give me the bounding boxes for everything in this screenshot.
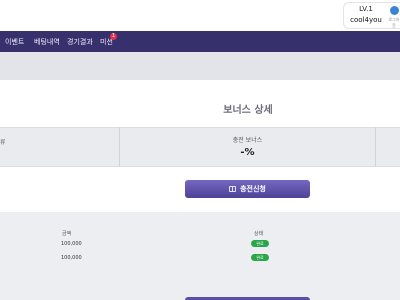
card-divider xyxy=(375,127,376,167)
row-amount: 100,000 xyxy=(61,241,82,247)
charge-apply-label: 충전신청 xyxy=(240,185,266,193)
top-header xyxy=(0,0,400,31)
username: cool4you xyxy=(350,16,382,24)
column-header-amount: 금액 xyxy=(62,231,72,237)
column-header-status: 상태 xyxy=(254,231,264,237)
status-badge: 완료 xyxy=(251,254,269,261)
logout-label: 로그아웃 xyxy=(388,17,400,28)
gift-icon xyxy=(229,186,237,192)
section-title: 보너스 상세 xyxy=(223,105,273,116)
mission-count-badge: 1 xyxy=(110,33,117,40)
charge-apply-button[interactable]: 충전신청 xyxy=(185,180,310,198)
charge-bonus-value: -% xyxy=(240,147,255,158)
nav-item-match-results[interactable]: 경기결과 xyxy=(67,37,93,47)
row-amount: 100,000 xyxy=(61,255,82,261)
charge-bonus-label: 충전 보너스 xyxy=(232,137,263,144)
user-info-box: LV.1 cool4you 로그아웃 xyxy=(343,2,400,29)
logout-button[interactable]: 로그아웃 xyxy=(388,6,400,29)
content-strip xyxy=(0,52,400,80)
bonus-type-label: 류 xyxy=(0,139,6,146)
user-level: LV.1 xyxy=(359,5,373,13)
logout-icon xyxy=(389,6,399,15)
main-nav: 이벤트 베팅내역 경기결과 미션 xyxy=(0,31,400,52)
status-badge: 완료 xyxy=(251,240,269,247)
nav-item-event[interactable]: 이벤트 xyxy=(5,37,24,47)
nav-item-bet-history[interactable]: 베팅내역 xyxy=(34,37,60,47)
